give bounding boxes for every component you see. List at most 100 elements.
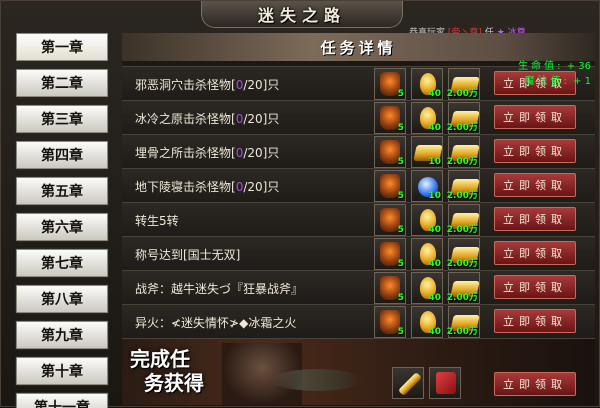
- chapter-list: 第一章第二章第三章第四章第五章第六章第七章第八章第九章第十章第十一章: [9, 32, 115, 408]
- window-title-bar: 迷失之路: [201, 1, 403, 28]
- completion-reward-banner: 完成任 务获得 立即领取: [122, 338, 595, 405]
- dragon-decoration: [272, 369, 362, 391]
- chapter-tab-8[interactable]: 第八章: [15, 284, 109, 314]
- task-text: 异火：≮迷失情怀≯◆冰霜之火: [135, 316, 297, 330]
- armor-icon[interactable]: 5: [374, 170, 406, 202]
- reward-quantity: 40: [428, 259, 441, 269]
- reward-quantity: 2.00万: [446, 327, 478, 337]
- window-title: 迷失之路: [257, 6, 346, 25]
- gold-ingot-icon[interactable]: 40: [411, 272, 443, 304]
- gold-ingot-icon[interactable]: 40: [411, 204, 443, 236]
- mp-label: 魔法值:: [524, 76, 570, 87]
- stat-bonus: 生命值: + 36 魔法值: + 1: [518, 59, 591, 89]
- red-scroll-icon[interactable]: [429, 367, 461, 399]
- task-text: 埋骨之所击杀怪物: [135, 146, 232, 160]
- reward-quantity: 40: [428, 89, 441, 99]
- chapter-tab-3[interactable]: 第三章: [15, 104, 109, 134]
- task-total: /20]只: [243, 146, 280, 160]
- armor-icon[interactable]: 5: [374, 68, 406, 100]
- reward-quantity: 2.00万: [446, 89, 478, 99]
- reward-quantity: 5: [397, 89, 404, 99]
- task-row: 战斧：越牛迷失づ『狂暴战斧』 5 40 2.00万 立即领取: [122, 270, 595, 305]
- blue-gem-icon[interactable]: 10: [411, 170, 443, 202]
- reward-quantity: 5: [397, 225, 404, 235]
- gold-pile-icon[interactable]: 2.00万: [447, 102, 480, 134]
- gold-pile-icon[interactable]: 2.00万: [446, 136, 480, 168]
- armor-icon[interactable]: 5: [374, 306, 406, 338]
- claim-button[interactable]: 立即领取: [494, 275, 576, 299]
- mp-value: + 1: [573, 76, 591, 87]
- hp-label: 生命值:: [518, 61, 564, 72]
- task-detail-panel: 任务详情 生命值: + 36 魔法值: + 1 邪恶洞穴击杀怪物[0/20]只 5…: [122, 33, 595, 405]
- chapter-tab-6[interactable]: 第六章: [15, 212, 109, 242]
- task-description: 转生5转: [135, 212, 179, 229]
- reward-quantity: 40: [428, 225, 441, 235]
- chapter-tab-7[interactable]: 第七章: [15, 248, 109, 278]
- reward-quantity: 2.00万: [446, 293, 478, 303]
- task-text: 称号达到[国士无双]: [135, 248, 241, 262]
- reward-quantity: 40: [428, 327, 441, 337]
- claim-button[interactable]: 立即领取: [494, 173, 576, 197]
- claim-final-button[interactable]: 立即领取: [494, 372, 576, 396]
- banner-text: 完成任 务获得: [130, 347, 230, 395]
- task-description: 称号达到[国士无双]: [135, 246, 240, 263]
- gold-bar-icon[interactable]: 10: [411, 136, 443, 168]
- armor-icon[interactable]: 5: [374, 102, 406, 134]
- game-window: 迷失之路 恭喜玩家 [帝丶尊] 任 ★ 冰尊 第一章第二章第三章第四章第五章第六…: [0, 0, 600, 408]
- task-row: 异火：≮迷失情怀≯◆冰霜之火 5 40 2.00万 立即领取: [122, 304, 595, 339]
- gold-ingot-icon[interactable]: 40: [411, 68, 443, 100]
- chapter-tab-4[interactable]: 第四章: [15, 140, 109, 170]
- task-description: 邪恶洞穴击杀怪物[0/20]只: [135, 76, 279, 93]
- task-row: 地下陵寝击杀怪物[0/20]只 5 10 2.00万 立即领取: [122, 168, 595, 203]
- chapter-tab-2[interactable]: 第二章: [15, 68, 109, 98]
- golden-sword-icon[interactable]: [392, 367, 424, 399]
- armor-icon[interactable]: 5: [374, 272, 406, 304]
- task-description: 战斧：越牛迷失づ『狂暴战斧』: [135, 280, 303, 297]
- reward-quantity: 2.00万: [446, 225, 478, 235]
- claim-button[interactable]: 立即领取: [494, 105, 576, 129]
- task-description: 地下陵寝击杀怪物[0/20]只: [135, 178, 279, 195]
- chapter-tab-1[interactable]: 第一章: [15, 32, 109, 62]
- gold-ingot-icon[interactable]: 40: [411, 102, 443, 134]
- chapter-tab-9[interactable]: 第九章: [15, 320, 109, 350]
- task-text: 转生5转: [135, 214, 179, 228]
- gold-pile-icon[interactable]: 2.00万: [447, 238, 480, 270]
- chapter-tab-10[interactable]: 第十章: [15, 356, 109, 386]
- task-total: /20]只: [243, 78, 280, 92]
- armor-icon[interactable]: 5: [374, 204, 406, 236]
- hp-value: + 36: [566, 61, 591, 72]
- gold-pile-icon[interactable]: 2.00万: [446, 170, 480, 202]
- reward-quantity: 5: [397, 259, 404, 269]
- reward-quantity: 5: [397, 293, 404, 303]
- gold-pile-icon[interactable]: 2.00万: [446, 306, 480, 338]
- claim-button[interactable]: 立即领取: [494, 309, 576, 333]
- task-total: /20]只: [243, 112, 280, 126]
- task-total: /20]只: [243, 180, 280, 194]
- reward-quantity: 5: [397, 191, 404, 201]
- task-description: 埋骨之所击杀怪物[0/20]只: [135, 144, 279, 161]
- claim-button[interactable]: 立即领取: [494, 139, 576, 163]
- reward-quantity: 40: [428, 123, 441, 133]
- reward-quantity: 2.00万: [446, 191, 478, 201]
- reward-quantity: 10: [428, 191, 441, 201]
- reward-quantity: 5: [397, 123, 404, 133]
- banner-line1: 完成任: [130, 347, 190, 371]
- chapter-tab-11[interactable]: 第十一章: [15, 392, 109, 408]
- gold-pile-icon[interactable]: 2.00万: [446, 204, 480, 236]
- task-row: 称号达到[国士无双] 5 40 2.00万 立即领取: [122, 236, 595, 271]
- gold-pile-icon[interactable]: 2.00万: [446, 272, 480, 304]
- task-text: 战斧：越牛迷失づ『狂暴战斧』: [135, 282, 304, 296]
- gold-pile-icon[interactable]: 2.00万: [446, 68, 480, 100]
- claim-button[interactable]: 立即领取: [494, 207, 576, 231]
- reward-quantity: 2.00万: [446, 157, 478, 167]
- reward-quantity: 10: [428, 157, 441, 167]
- chapter-tab-5[interactable]: 第五章: [15, 176, 109, 206]
- gold-ingot-icon[interactable]: 40: [411, 306, 443, 338]
- task-row: 转生5转 5 40 2.00万 立即领取: [122, 202, 595, 237]
- armor-icon[interactable]: 5: [374, 238, 406, 270]
- armor-icon[interactable]: 5: [374, 136, 406, 168]
- task-text: 邪恶洞穴击杀怪物: [135, 78, 232, 92]
- task-row: 冰冷之原击杀怪物[0/20]只 5 40 2.00万 立即领取: [122, 100, 595, 135]
- gold-ingot-icon[interactable]: 40: [411, 238, 443, 270]
- claim-button[interactable]: 立即领取: [494, 241, 576, 265]
